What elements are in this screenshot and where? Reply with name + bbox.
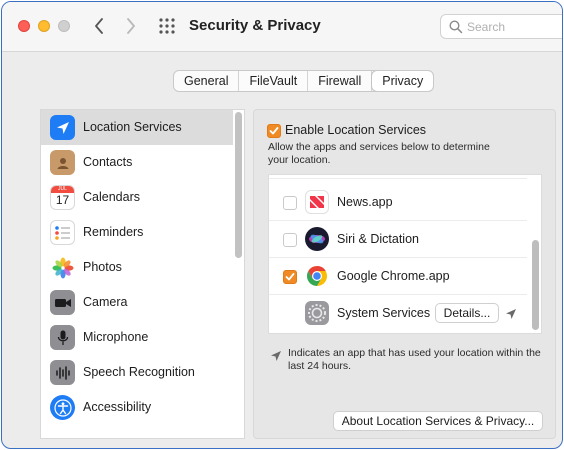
sidebar-item-label: Calendars bbox=[83, 190, 140, 204]
app-label: Siri & Dictation bbox=[337, 232, 419, 246]
back-button[interactable] bbox=[88, 14, 110, 38]
app-location-list: News.app Siri & Dictation Google Chrome.… bbox=[268, 174, 542, 334]
system-services-icon bbox=[305, 301, 329, 325]
grid-icon bbox=[159, 18, 175, 34]
siri-checkbox[interactable] bbox=[283, 233, 297, 247]
sidebar-item-label: Contacts bbox=[83, 155, 133, 169]
chevron-right-icon bbox=[127, 18, 135, 34]
sidebar-item-label: Photos bbox=[83, 260, 122, 274]
location-arrow-icon bbox=[271, 351, 281, 361]
app-label: Google Chrome.app bbox=[337, 269, 450, 283]
location-description: Allow the apps and services below to det… bbox=[268, 141, 490, 166]
accessibility-icon bbox=[50, 395, 75, 420]
app-label: News.app bbox=[337, 195, 393, 209]
location-services-panel: Enable Location Services Allow the apps … bbox=[253, 109, 556, 439]
tab-filevault[interactable]: FileVault bbox=[239, 71, 309, 91]
chevron-left-icon bbox=[95, 18, 103, 34]
sidebar-item-location-services[interactable]: Location Services bbox=[41, 110, 233, 145]
sidebar-item-microphone[interactable]: Microphone bbox=[41, 320, 233, 355]
news-app-checkbox[interactable] bbox=[283, 196, 297, 210]
search-field[interactable] bbox=[440, 14, 562, 39]
siri-icon bbox=[305, 227, 329, 251]
chrome-checkbox[interactable] bbox=[283, 270, 297, 284]
show-all-button[interactable] bbox=[158, 17, 176, 35]
zoom-window-button[interactable] bbox=[58, 20, 70, 32]
minimize-window-button[interactable] bbox=[38, 20, 50, 32]
tab-bar: General FileVault Firewall Privacy bbox=[173, 70, 435, 92]
calendar-icon: JUL 17 bbox=[50, 185, 75, 210]
enable-location-services-checkbox[interactable] bbox=[267, 124, 281, 138]
list-item-chrome[interactable]: Google Chrome.app bbox=[269, 258, 527, 295]
sidebar-item-label: Speech Recognition bbox=[83, 365, 195, 379]
window-title: Security & Privacy bbox=[189, 17, 321, 34]
sidebar-item-reminders[interactable]: Reminders bbox=[41, 215, 233, 250]
search-icon bbox=[449, 20, 463, 34]
sidebar-scrollbar[interactable] bbox=[235, 112, 242, 258]
sidebar-item-label: Accessibility bbox=[83, 400, 152, 414]
sidebar-item-label: Reminders bbox=[83, 225, 144, 239]
location-arrow-icon bbox=[50, 115, 75, 140]
legend-text: Indicates an app that has used your loca… bbox=[288, 347, 541, 372]
sidebar-item-contacts[interactable]: Contacts bbox=[41, 145, 233, 180]
sidebar-item-label: Camera bbox=[83, 295, 128, 309]
list-item bbox=[269, 175, 527, 179]
photos-icon bbox=[50, 255, 75, 280]
microphone-icon bbox=[50, 325, 75, 350]
checkmark-icon bbox=[285, 273, 295, 281]
sidebar-item-calendars[interactable]: JUL 17 Calendars bbox=[41, 180, 233, 215]
sidebar-item-label: Microphone bbox=[83, 330, 149, 344]
checkmark-icon bbox=[269, 127, 279, 135]
app-list-scrollbar[interactable] bbox=[532, 240, 539, 330]
preferences-window: Security & Privacy General FileVault Fir… bbox=[1, 1, 563, 449]
app-label: System Services bbox=[337, 306, 431, 320]
reminders-icon bbox=[50, 220, 75, 245]
privacy-category-list: Location Services Contacts JUL 17 Calend… bbox=[40, 109, 245, 439]
enable-location-services-label: Enable Location Services bbox=[285, 123, 427, 137]
about-location-services-button[interactable]: About Location Services & Privacy... bbox=[333, 411, 543, 431]
search-input[interactable] bbox=[467, 19, 562, 35]
camera-icon bbox=[50, 290, 75, 315]
list-item-news[interactable]: News.app bbox=[269, 184, 527, 221]
list-item-system-services: System Services Details... bbox=[269, 295, 527, 332]
sidebar-item-speech-recognition[interactable]: Speech Recognition bbox=[41, 355, 233, 390]
tab-firewall[interactable]: Firewall bbox=[308, 71, 373, 91]
sidebar-item-camera[interactable]: Camera bbox=[41, 285, 233, 320]
location-arrow-icon bbox=[506, 309, 516, 319]
list-item-siri[interactable]: Siri & Dictation bbox=[269, 221, 527, 258]
chrome-icon bbox=[305, 264, 329, 288]
tab-privacy[interactable]: Privacy bbox=[372, 71, 434, 91]
contacts-icon bbox=[50, 150, 75, 175]
sidebar-item-accessibility[interactable]: Accessibility bbox=[41, 390, 233, 425]
details-button[interactable]: Details... bbox=[435, 303, 499, 323]
close-window-button[interactable] bbox=[18, 20, 30, 32]
forward-button[interactable] bbox=[120, 14, 142, 38]
news-app-icon bbox=[305, 190, 329, 214]
speech-recognition-icon bbox=[50, 360, 75, 385]
title-bar: Security & Privacy bbox=[2, 2, 562, 52]
sidebar-item-label: Location Services bbox=[83, 120, 182, 134]
tab-general[interactable]: General bbox=[174, 71, 240, 91]
sidebar-item-photos[interactable]: Photos bbox=[41, 250, 233, 285]
